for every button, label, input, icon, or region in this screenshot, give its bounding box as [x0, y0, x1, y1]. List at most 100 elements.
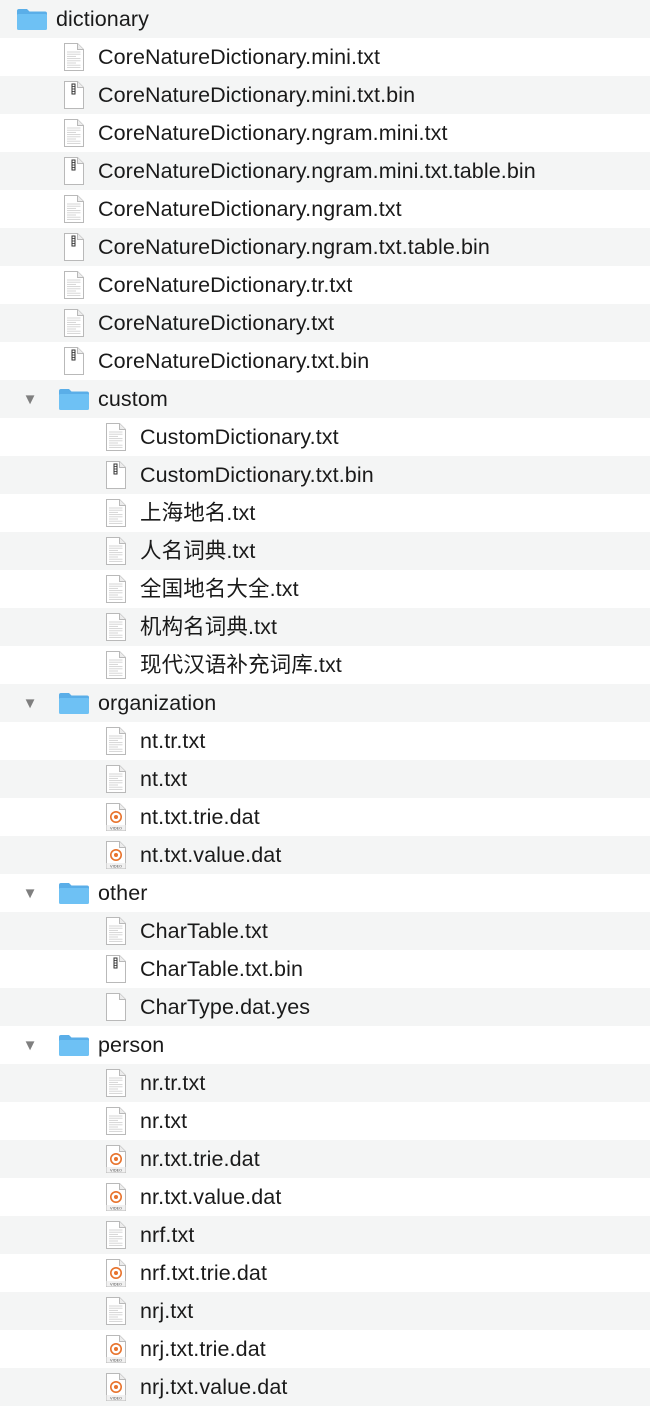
binary-document-icon [58, 228, 90, 266]
folder-name: person [98, 1033, 165, 1057]
tree-row[interactable]: VIDEO nt.txt.trie.dat [0, 798, 650, 836]
file-name: CoreNatureDictionary.ngram.mini.txt [98, 121, 448, 145]
file-name: CoreNatureDictionary.ngram.mini.txt.tabl… [98, 159, 536, 183]
tree-row[interactable]: ▼ custom [0, 380, 650, 418]
folder-icon [58, 874, 90, 912]
svg-text:VIDEO: VIDEO [110, 1357, 122, 1362]
tree-row[interactable]: nrj.txt [0, 1292, 650, 1330]
binary-document-icon [100, 950, 132, 988]
text-document-icon [100, 1216, 132, 1254]
tree-row[interactable]: CustomDictionary.txt.bin [0, 456, 650, 494]
file-name: CharTable.txt [140, 919, 268, 943]
text-document-icon [100, 646, 132, 684]
file-name: CoreNatureDictionary.mini.txt [98, 45, 381, 69]
file-name: nrj.txt.value.dat [140, 1375, 288, 1399]
video-document-icon: VIDEO [100, 1368, 132, 1406]
disclosure-triangle-down-icon[interactable]: ▼ [19, 874, 41, 912]
file-name: nt.txt.trie.dat [140, 805, 260, 829]
tree-row[interactable]: CoreNatureDictionary.ngram.txt [0, 190, 650, 228]
file-name: nt.txt [140, 767, 188, 791]
svg-text:VIDEO: VIDEO [110, 1281, 122, 1286]
binary-document-icon [58, 76, 90, 114]
tree-row[interactable]: nr.txt [0, 1102, 650, 1140]
file-name: nr.tr.txt [140, 1071, 206, 1095]
text-document-icon [100, 1102, 132, 1140]
tree-row[interactable]: VIDEO nt.txt.value.dat [0, 836, 650, 874]
file-name: CoreNatureDictionary.ngram.txt [98, 197, 402, 221]
file-name: nrf.txt.trie.dat [140, 1261, 268, 1285]
video-document-icon: VIDEO [100, 836, 132, 874]
video-document-icon: VIDEO [100, 1140, 132, 1178]
tree-row[interactable]: 人名词典.txt [0, 532, 650, 570]
folder-name: dictionary [56, 7, 150, 31]
file-name: 上海地名.txt [140, 501, 256, 525]
file-name: CustomDictionary.txt.bin [140, 463, 374, 487]
folder-icon [58, 1026, 90, 1064]
file-name: 现代汉语补充词库.txt [140, 653, 342, 677]
file-tree: dictionary CoreNatureDictionary.mini.txt… [0, 0, 650, 1406]
tree-row[interactable]: VIDEO nr.txt.trie.dat [0, 1140, 650, 1178]
tree-row[interactable]: CharTable.txt.bin [0, 950, 650, 988]
tree-row[interactable]: VIDEO nrf.txt.trie.dat [0, 1254, 650, 1292]
disclosure-triangle-down-icon[interactable]: ▼ [19, 380, 41, 418]
tree-row[interactable]: 机构名词典.txt [0, 608, 650, 646]
tree-row[interactable]: CoreNatureDictionary.mini.txt [0, 38, 650, 76]
file-name: CoreNatureDictionary.ngram.txt.table.bin [98, 235, 490, 259]
tree-row[interactable]: VIDEO nrj.txt.trie.dat [0, 1330, 650, 1368]
file-name: 机构名词典.txt [140, 615, 278, 639]
folder-icon [58, 684, 90, 722]
disclosure-triangle-down-icon[interactable]: ▼ [19, 1026, 41, 1064]
svg-text:VIDEO: VIDEO [110, 1167, 122, 1172]
text-document-icon [58, 190, 90, 228]
tree-row[interactable]: CoreNatureDictionary.txt.bin [0, 342, 650, 380]
tree-row[interactable]: nrf.txt [0, 1216, 650, 1254]
text-document-icon [58, 114, 90, 152]
file-name: CoreNatureDictionary.mini.txt.bin [98, 83, 416, 107]
text-document-icon [58, 304, 90, 342]
tree-row[interactable]: CoreNatureDictionary.ngram.txt.table.bin [0, 228, 650, 266]
tree-row[interactable]: CoreNatureDictionary.txt [0, 304, 650, 342]
tree-row[interactable]: CharType.dat.yes [0, 988, 650, 1026]
text-document-icon [100, 722, 132, 760]
video-document-icon: VIDEO [100, 1330, 132, 1368]
tree-row[interactable]: VIDEO nr.txt.value.dat [0, 1178, 650, 1216]
tree-row[interactable]: ▼ organization [0, 684, 650, 722]
file-name: nrj.txt [140, 1299, 194, 1323]
folder-name: organization [98, 691, 217, 715]
text-document-icon [58, 266, 90, 304]
tree-row[interactable]: ▼ person [0, 1026, 650, 1064]
tree-row[interactable]: CoreNatureDictionary.ngram.mini.txt.tabl… [0, 152, 650, 190]
tree-row[interactable]: CustomDictionary.txt [0, 418, 650, 456]
video-document-icon: VIDEO [100, 798, 132, 836]
text-document-icon [100, 608, 132, 646]
file-name: nrj.txt.trie.dat [140, 1337, 266, 1361]
file-name: 人名词典.txt [140, 539, 256, 563]
file-name: nt.txt.value.dat [140, 843, 282, 867]
tree-row[interactable]: nt.tr.txt [0, 722, 650, 760]
tree-row[interactable]: CoreNatureDictionary.mini.txt.bin [0, 76, 650, 114]
file-name: CoreNatureDictionary.txt.bin [98, 349, 370, 373]
disclosure-triangle-down-icon[interactable]: ▼ [19, 684, 41, 722]
tree-row[interactable]: CoreNatureDictionary.tr.txt [0, 266, 650, 304]
folder-name: custom [98, 387, 168, 411]
file-name: CoreNatureDictionary.txt [98, 311, 335, 335]
svg-text:VIDEO: VIDEO [110, 863, 122, 868]
tree-row[interactable]: 上海地名.txt [0, 494, 650, 532]
folder-name: other [98, 881, 148, 905]
tree-row[interactable]: nr.tr.txt [0, 1064, 650, 1102]
file-name: nr.txt.value.dat [140, 1185, 282, 1209]
video-document-icon: VIDEO [100, 1178, 132, 1216]
tree-row[interactable]: ▼ other [0, 874, 650, 912]
tree-row[interactable]: VIDEO nrj.txt.value.dat [0, 1368, 650, 1406]
file-name: CharTable.txt.bin [140, 957, 304, 981]
text-document-icon [100, 494, 132, 532]
file-name: nr.txt [140, 1109, 188, 1133]
tree-row[interactable]: nt.txt [0, 760, 650, 798]
text-document-icon [100, 912, 132, 950]
text-document-icon [100, 1064, 132, 1102]
tree-row-root[interactable]: dictionary [0, 0, 650, 38]
tree-row[interactable]: 全国地名大全.txt [0, 570, 650, 608]
tree-row[interactable]: 现代汉语补充词库.txt [0, 646, 650, 684]
tree-row[interactable]: CoreNatureDictionary.ngram.mini.txt [0, 114, 650, 152]
tree-row[interactable]: CharTable.txt [0, 912, 650, 950]
